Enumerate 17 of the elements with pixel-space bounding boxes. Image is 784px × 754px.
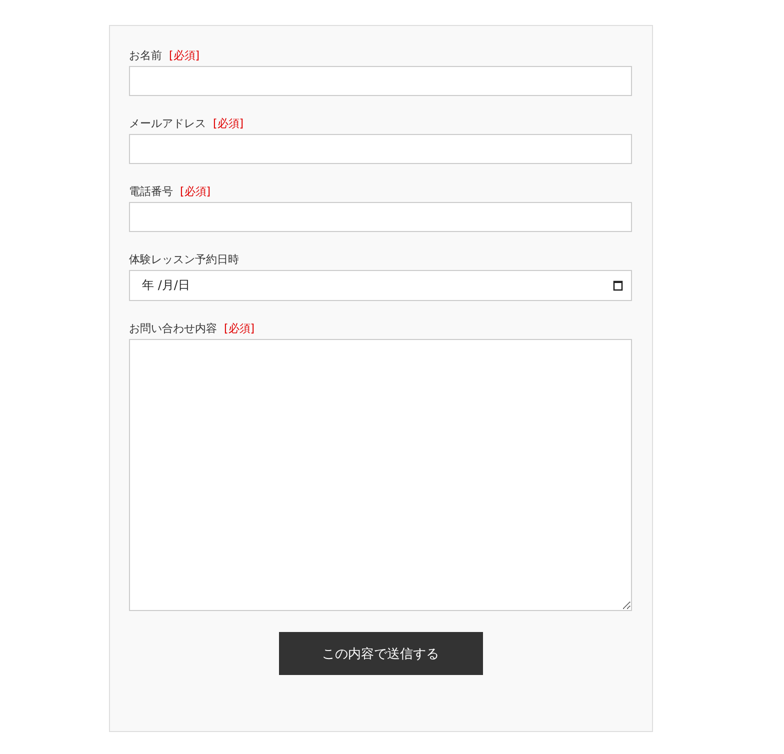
required-mark: [必須] bbox=[180, 184, 211, 198]
calendar-icon[interactable] bbox=[613, 280, 623, 291]
required-mark: [必須] bbox=[224, 320, 255, 336]
field-label: 電話番号 bbox=[129, 184, 173, 198]
submit-button[interactable]: この内容で送信する bbox=[278, 632, 482, 675]
required-mark: [必須] bbox=[213, 116, 244, 130]
date-input-field[interactable]: 年 /月/日 bbox=[129, 270, 632, 301]
text-input-field[interactable] bbox=[129, 134, 632, 164]
required-mark: [必須] bbox=[169, 48, 200, 62]
text-input-field[interactable] bbox=[129, 202, 632, 232]
text-input-field[interactable] bbox=[129, 66, 632, 96]
field-label: メールアドレス bbox=[129, 116, 206, 130]
field-label: 体験レッスン予約日時 bbox=[129, 252, 239, 266]
date-placeholder: 年 /月/日 bbox=[142, 277, 190, 294]
field-label: お名前 bbox=[129, 48, 162, 62]
message-textarea[interactable] bbox=[129, 339, 632, 611]
field-label: お問い合わせ内容 bbox=[129, 320, 217, 336]
